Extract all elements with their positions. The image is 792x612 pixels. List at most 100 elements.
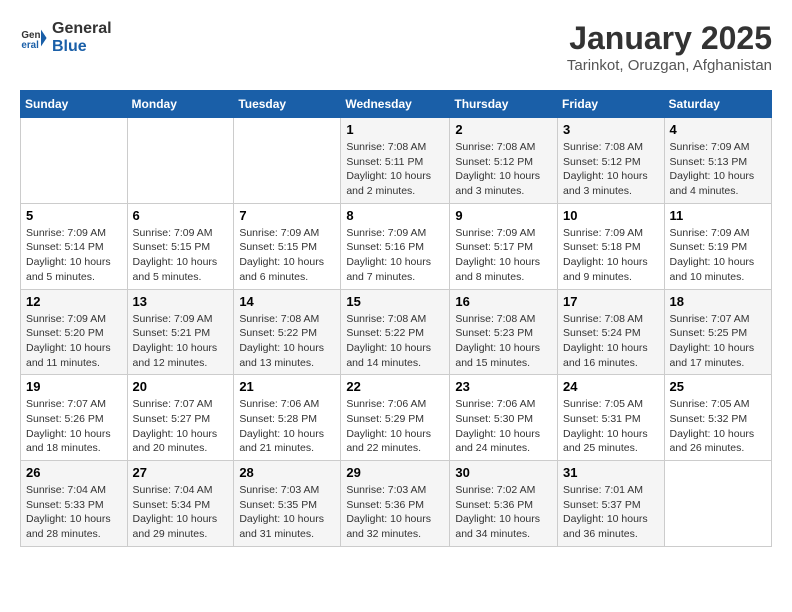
- calendar-cell: 25 Sunrise: 7:05 AMSunset: 5:32 PMDayligh…: [664, 375, 771, 461]
- day-info: Sunrise: 7:09 AMSunset: 5:20 PMDaylight:…: [26, 312, 122, 371]
- calendar-cell: 26 Sunrise: 7:04 AMSunset: 5:33 PMDayligh…: [21, 461, 128, 547]
- header-sunday: Sunday: [21, 91, 128, 118]
- logo-icon: Gen eral: [20, 24, 48, 52]
- day-number: 13: [133, 294, 229, 309]
- day-info: Sunrise: 7:05 AMSunset: 5:31 PMDaylight:…: [563, 397, 659, 456]
- day-info: Sunrise: 7:06 AMSunset: 5:28 PMDaylight:…: [239, 397, 335, 456]
- day-number: 23: [455, 379, 552, 394]
- subtitle: Tarinkot, Oruzgan, Afghanistan: [567, 57, 772, 74]
- day-info: Sunrise: 7:08 AMSunset: 5:12 PMDaylight:…: [563, 140, 659, 199]
- calendar-cell: 5Sunrise: 7:09 AMSunset: 5:14 PMDaylight…: [21, 203, 128, 289]
- day-info: Sunrise: 7:07 AMSunset: 5:26 PMDaylight:…: [26, 397, 122, 456]
- day-number: 6: [133, 208, 229, 223]
- calendar-cell: 22 Sunrise: 7:06 AMSunset: 5:29 PMDayligh…: [341, 375, 450, 461]
- day-number: 24: [563, 379, 659, 394]
- day-number: 1: [346, 122, 444, 137]
- calendar-week-4: 19 Sunrise: 7:07 AMSunset: 5:26 PMDayligh…: [21, 375, 772, 461]
- calendar-cell: 18 Sunrise: 7:07 AMSunset: 5:25 PMDayligh…: [664, 289, 771, 375]
- day-info: Sunrise: 7:06 AMSunset: 5:29 PMDaylight:…: [346, 397, 444, 456]
- day-number: 29: [346, 465, 444, 480]
- day-info: Sunrise: 7:03 AMSunset: 5:36 PMDaylight:…: [346, 483, 444, 542]
- calendar-cell: 10 Sunrise: 7:09 AMSunset: 5:18 PMDayligh…: [558, 203, 665, 289]
- calendar-week-3: 12 Sunrise: 7:09 AMSunset: 5:20 PMDayligh…: [21, 289, 772, 375]
- svg-text:eral: eral: [21, 39, 39, 50]
- main-title: January 2025: [567, 20, 772, 57]
- logo-general: General: [52, 20, 112, 38]
- day-number: 11: [670, 208, 766, 223]
- calendar-header-row: SundayMondayTuesdayWednesdayThursdayFrid…: [21, 91, 772, 118]
- calendar-week-5: 26 Sunrise: 7:04 AMSunset: 5:33 PMDayligh…: [21, 461, 772, 547]
- header-wednesday: Wednesday: [341, 91, 450, 118]
- day-info: Sunrise: 7:02 AMSunset: 5:36 PMDaylight:…: [455, 483, 552, 542]
- day-number: 10: [563, 208, 659, 223]
- calendar-cell: 12 Sunrise: 7:09 AMSunset: 5:20 PMDayligh…: [21, 289, 128, 375]
- calendar-cell: 17 Sunrise: 7:08 AMSunset: 5:24 PMDayligh…: [558, 289, 665, 375]
- day-info: Sunrise: 7:07 AMSunset: 5:25 PMDaylight:…: [670, 312, 766, 371]
- day-number: 14: [239, 294, 335, 309]
- day-info: Sunrise: 7:05 AMSunset: 5:32 PMDaylight:…: [670, 397, 766, 456]
- day-info: Sunrise: 7:08 AMSunset: 5:23 PMDaylight:…: [455, 312, 552, 371]
- day-number: 18: [670, 294, 766, 309]
- calendar-week-2: 5Sunrise: 7:09 AMSunset: 5:14 PMDaylight…: [21, 203, 772, 289]
- day-number: 9: [455, 208, 552, 223]
- header-monday: Monday: [127, 91, 234, 118]
- day-number: 12: [26, 294, 122, 309]
- day-number: 4: [670, 122, 766, 137]
- calendar-cell: 23 Sunrise: 7:06 AMSunset: 5:30 PMDayligh…: [450, 375, 558, 461]
- header-friday: Friday: [558, 91, 665, 118]
- calendar-cell: 16 Sunrise: 7:08 AMSunset: 5:23 PMDayligh…: [450, 289, 558, 375]
- calendar-cell: [664, 461, 771, 547]
- logo: Gen eral General Blue: [20, 20, 112, 55]
- day-info: Sunrise: 7:08 AMSunset: 5:22 PMDaylight:…: [239, 312, 335, 371]
- calendar-cell: 15Sunrise: 7:08 AMSunset: 5:22 PMDayligh…: [341, 289, 450, 375]
- calendar-cell: 9 Sunrise: 7:09 AMSunset: 5:17 PMDaylight…: [450, 203, 558, 289]
- calendar-cell: [234, 118, 341, 204]
- calendar-cell: 21 Sunrise: 7:06 AMSunset: 5:28 PMDayligh…: [234, 375, 341, 461]
- day-info: Sunrise: 7:09 AMSunset: 5:21 PMDaylight:…: [133, 312, 229, 371]
- day-number: 21: [239, 379, 335, 394]
- calendar-cell: 1 Sunrise: 7:08 AMSunset: 5:11 PMDaylight…: [341, 118, 450, 204]
- calendar-cell: 27 Sunrise: 7:04 AMSunset: 5:34 PMDayligh…: [127, 461, 234, 547]
- calendar-cell: 24 Sunrise: 7:05 AMSunset: 5:31 PMDayligh…: [558, 375, 665, 461]
- day-number: 17: [563, 294, 659, 309]
- day-info: Sunrise: 7:09 AMSunset: 5:17 PMDaylight:…: [455, 226, 552, 285]
- day-number: 25: [670, 379, 766, 394]
- calendar-cell: 2Sunrise: 7:08 AMSunset: 5:12 PMDaylight…: [450, 118, 558, 204]
- header-tuesday: Tuesday: [234, 91, 341, 118]
- calendar-cell: 11Sunrise: 7:09 AMSunset: 5:19 PMDayligh…: [664, 203, 771, 289]
- calendar-body: 1 Sunrise: 7:08 AMSunset: 5:11 PMDaylight…: [21, 118, 772, 547]
- day-info: Sunrise: 7:07 AMSunset: 5:27 PMDaylight:…: [133, 397, 229, 456]
- calendar-week-1: 1 Sunrise: 7:08 AMSunset: 5:11 PMDaylight…: [21, 118, 772, 204]
- day-number: 30: [455, 465, 552, 480]
- calendar-cell: 13 Sunrise: 7:09 AMSunset: 5:21 PMDayligh…: [127, 289, 234, 375]
- day-info: Sunrise: 7:06 AMSunset: 5:30 PMDaylight:…: [455, 397, 552, 456]
- calendar-cell: 19 Sunrise: 7:07 AMSunset: 5:26 PMDayligh…: [21, 375, 128, 461]
- day-info: Sunrise: 7:04 AMSunset: 5:33 PMDaylight:…: [26, 483, 122, 542]
- day-info: Sunrise: 7:09 AMSunset: 5:18 PMDaylight:…: [563, 226, 659, 285]
- day-info: Sunrise: 7:04 AMSunset: 5:34 PMDaylight:…: [133, 483, 229, 542]
- calendar-cell: 29 Sunrise: 7:03 AMSunset: 5:36 PMDayligh…: [341, 461, 450, 547]
- calendar-cell: 4Sunrise: 7:09 AMSunset: 5:13 PMDaylight…: [664, 118, 771, 204]
- calendar-cell: [127, 118, 234, 204]
- page-header: Gen eral General Blue January 2025 Tarin…: [20, 20, 772, 74]
- calendar-cell: 30 Sunrise: 7:02 AMSunset: 5:36 PMDayligh…: [450, 461, 558, 547]
- calendar-cell: 20Sunrise: 7:07 AMSunset: 5:27 PMDayligh…: [127, 375, 234, 461]
- day-number: 28: [239, 465, 335, 480]
- day-info: Sunrise: 7:08 AMSunset: 5:11 PMDaylight:…: [346, 140, 444, 199]
- calendar-cell: 14 Sunrise: 7:08 AMSunset: 5:22 PMDayligh…: [234, 289, 341, 375]
- day-number: 16: [455, 294, 552, 309]
- logo-blue: Blue: [52, 38, 112, 56]
- day-number: 22: [346, 379, 444, 394]
- calendar-cell: 8Sunrise: 7:09 AMSunset: 5:16 PMDaylight…: [341, 203, 450, 289]
- day-info: Sunrise: 7:09 AMSunset: 5:15 PMDaylight:…: [133, 226, 229, 285]
- calendar-cell: [21, 118, 128, 204]
- day-info: Sunrise: 7:08 AMSunset: 5:22 PMDaylight:…: [346, 312, 444, 371]
- day-number: 19: [26, 379, 122, 394]
- day-number: 31: [563, 465, 659, 480]
- day-number: 27: [133, 465, 229, 480]
- day-number: 26: [26, 465, 122, 480]
- day-info: Sunrise: 7:08 AMSunset: 5:12 PMDaylight:…: [455, 140, 552, 199]
- day-info: Sunrise: 7:01 AMSunset: 5:37 PMDaylight:…: [563, 483, 659, 542]
- day-info: Sunrise: 7:08 AMSunset: 5:24 PMDaylight:…: [563, 312, 659, 371]
- calendar-table: SundayMondayTuesdayWednesdayThursdayFrid…: [20, 90, 772, 547]
